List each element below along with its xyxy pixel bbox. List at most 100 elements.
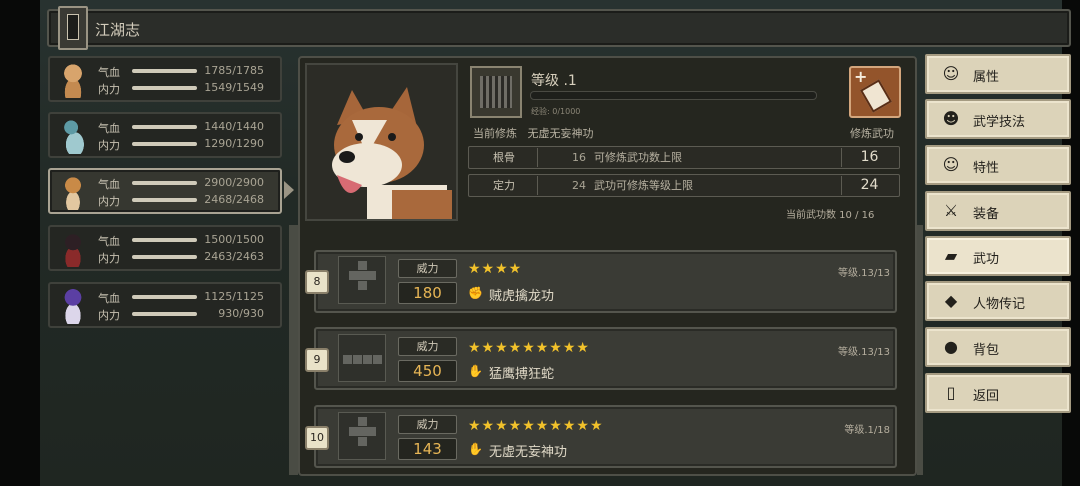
mp-value: 2463/2463 [204, 250, 264, 263]
hp-value: 1500/1500 [204, 233, 264, 246]
skill-level: 等级.13/13 [838, 268, 890, 279]
menu-label: 特性 [973, 161, 1000, 176]
skill-index: 10 [305, 426, 329, 450]
skill-count: 当前武功数 10 / 16 [786, 210, 875, 221]
stat-name: 根骨 [471, 148, 538, 167]
hp-value: 2900/2900 [204, 176, 264, 189]
skill-level: 等级.1/18 [844, 425, 890, 436]
door-icon: ▯ [946, 383, 956, 402]
scholar-portrait-icon [54, 286, 92, 324]
menu-inventory-button[interactable]: ● 背包 [925, 327, 1071, 367]
current-training-name: 无虚无妄神功 [527, 127, 594, 140]
menu-techniques-button[interactable]: ☻ 武学技法 [925, 99, 1071, 139]
hp-label: 气血 [98, 66, 120, 79]
hp-value: 1440/1440 [204, 120, 264, 133]
sword-icon: ⚔ [943, 201, 959, 220]
menu-label: 人物传记 [973, 297, 1026, 312]
stat-cap: 24 [841, 176, 897, 195]
menu-label: 武学技法 [973, 115, 1026, 130]
stat-description: 武功可修炼等级上限 [594, 179, 693, 192]
menu-martial-arts-button[interactable]: ▰ 武功 [925, 236, 1071, 276]
mp-value: 1290/1290 [204, 137, 264, 150]
skill-index: 9 [305, 348, 329, 372]
stat-value: 24 [572, 179, 586, 192]
snake-portrait-icon [54, 116, 92, 154]
power-value: 450 [398, 360, 457, 382]
monk-portrait-icon [54, 60, 92, 98]
person-icon: ☺ [942, 64, 960, 83]
mp-value: 1549/1549 [204, 81, 264, 94]
menu-traits-button[interactable]: ☺ 特性 [925, 145, 1071, 185]
skill-name: 贼虎擒龙功 [489, 289, 555, 304]
person-gear-icon: ☺ [942, 155, 960, 174]
dog-character-image [307, 65, 456, 219]
train-skill-label: 修炼武功 [850, 127, 894, 140]
experience-text: 经验: 0/1000 [531, 107, 581, 116]
current-training-label: 当前修炼 [473, 127, 517, 140]
skill-name: 猛鹰搏狂蛇 [489, 367, 555, 382]
menu-label: 返回 [973, 389, 1000, 404]
hp-value: 1125/1125 [204, 290, 264, 303]
power-label: 威力 [398, 259, 457, 278]
party-member-5[interactable]: 气血 1125/1125 内力 930/930 [48, 282, 282, 328]
left-dark-edge [0, 0, 40, 486]
hp-label: 气血 [98, 235, 120, 248]
skill-index: 8 [305, 270, 329, 294]
party-member-4[interactable]: 气血 1500/1500 内力 2463/2463 [48, 225, 282, 271]
hp-label: 气血 [98, 122, 120, 135]
power-value: 180 [398, 282, 457, 304]
power-label: 威力 [398, 337, 457, 356]
character-level: 等级 .1 [531, 73, 577, 89]
experience-bar [530, 91, 817, 100]
skill-book-icon [470, 66, 522, 118]
stat-cap: 16 [841, 148, 897, 167]
ninja-portrait-icon [54, 229, 92, 267]
page-title: 江湖志 [95, 21, 141, 39]
menu-back-button[interactable]: ▯ 返回 [925, 373, 1071, 413]
skill-name: 无虚无妄神功 [489, 445, 568, 460]
menu-label: 背包 [973, 343, 1000, 358]
bag-icon: ● [944, 337, 958, 356]
mp-label: 内力 [98, 83, 120, 96]
list-scrollbar[interactable] [917, 225, 923, 475]
skill-stars: ★★★★ [468, 261, 523, 277]
skill-stars: ★★★★★★★★★★ [468, 418, 604, 434]
mp-label: 内力 [98, 195, 120, 208]
dog-portrait-icon [54, 172, 92, 210]
train-skill-button[interactable]: + [849, 66, 901, 118]
mp-label: 内力 [98, 309, 120, 322]
stat-name: 定力 [471, 176, 538, 195]
stat-description: 可修炼武功数上限 [594, 151, 682, 164]
hp-label: 气血 [98, 292, 120, 305]
scroll-icon: ◆ [944, 291, 958, 310]
mp-value: 2468/2468 [204, 193, 264, 206]
party-member-1[interactable]: 气血 1785/1785 内力 1549/1549 [48, 56, 282, 102]
menu-label: 武功 [973, 252, 1000, 267]
hp-value: 1785/1785 [204, 64, 264, 77]
mp-label: 内力 [98, 139, 120, 152]
palm-icon: ✋ [468, 442, 483, 456]
menu-equipment-button[interactable]: ⚔ 装备 [925, 191, 1071, 231]
stat-row-constitution: 根骨 16 可修炼武功数上限 16 [468, 146, 900, 169]
skill-level: 等级.13/13 [838, 347, 890, 358]
stat-row-focus: 定力 24 武功可修炼等级上限 24 [468, 174, 900, 197]
mp-label: 内力 [98, 252, 120, 265]
menu-label: 属性 [973, 70, 1000, 85]
party-member-3-selected[interactable]: 气血 2900/2900 内力 2468/2468 [48, 168, 282, 214]
book-icon: ▰ [944, 246, 958, 265]
hp-label: 气血 [98, 178, 120, 191]
person-spark-icon: ☻ [942, 109, 960, 128]
journal-book-icon [58, 6, 88, 50]
party-member-2[interactable]: 气血 1440/1440 内力 1290/1290 [48, 112, 282, 158]
menu-attributes-button[interactable]: ☺ 属性 [925, 54, 1071, 94]
fist-icon: ✊ [468, 286, 483, 300]
skill-shape-grid [338, 412, 386, 460]
palm-icon: ✋ [468, 364, 483, 378]
power-value: 143 [398, 438, 457, 460]
stat-value: 16 [572, 151, 586, 164]
selection-pointer-icon [284, 181, 294, 199]
menu-label: 装备 [973, 207, 1000, 222]
menu-biography-button[interactable]: ◆ 人物传记 [925, 281, 1071, 321]
skill-shape-grid [338, 334, 386, 382]
skill-stars: ★★★★★★★★★ [468, 340, 590, 356]
